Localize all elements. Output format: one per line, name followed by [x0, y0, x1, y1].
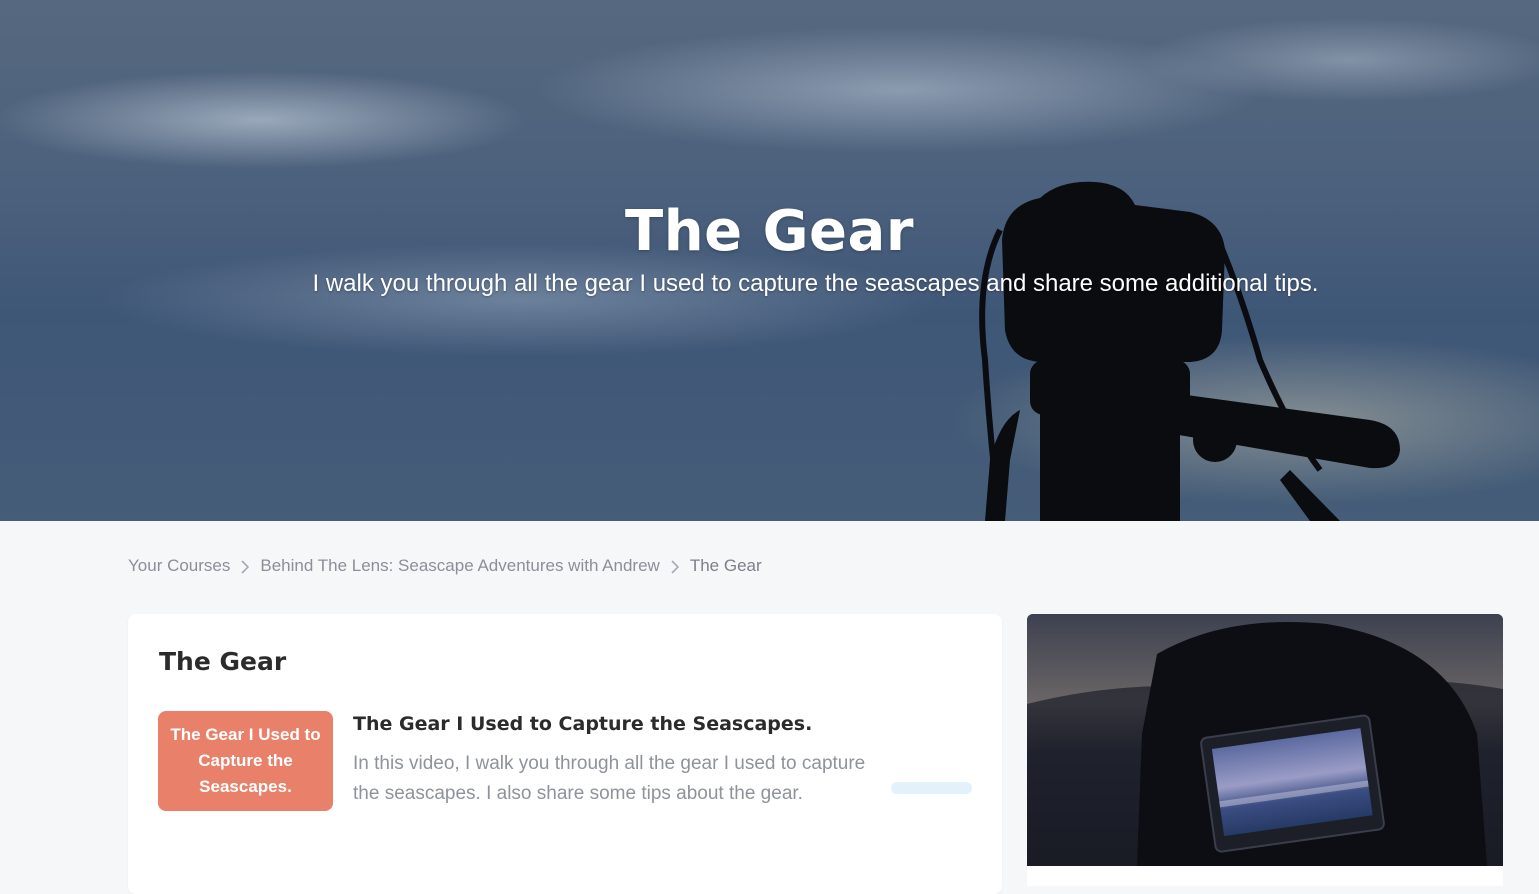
breadcrumb-your-courses[interactable]: Your Courses — [128, 556, 230, 576]
course-image — [1027, 614, 1503, 866]
hero-title: The Gear — [625, 199, 914, 264]
chevron-right-icon — [230, 556, 260, 576]
chevron-right-icon — [660, 556, 690, 576]
section-title: The Gear — [159, 647, 287, 676]
camera-screen-photo — [1027, 614, 1503, 866]
lesson-thumbnail-text: The Gear I Used to Capture the Seascapes… — [170, 725, 321, 796]
hero-subtitle: I walk you through all the gear I used t… — [312, 270, 1319, 297]
lesson-thumbnail[interactable]: The Gear I Used to Capture the Seascapes… — [158, 711, 333, 811]
lesson-item[interactable]: The Gear I Used to Capture the Seascapes… — [158, 711, 972, 851]
breadcrumb-current: The Gear — [689, 556, 762, 575]
section-card: The Gear The Gear I Used to Capture the … — [128, 614, 1002, 894]
hero-banner: The Gear I walk you through all the gear… — [0, 0, 1539, 521]
lesson-description: In this video, I walk you through all th… — [353, 753, 866, 804]
lesson-progress-bar — [891, 782, 972, 794]
breadcrumb-course[interactable]: Behind The Lens: Seascape Adventures wit… — [260, 556, 659, 576]
breadcrumb: Your Courses Behind The Lens: Seascape A… — [128, 554, 762, 578]
lesson-title[interactable]: The Gear I Used to Capture the Seascapes… — [353, 713, 812, 735]
course-image-card-footer — [1027, 866, 1503, 886]
